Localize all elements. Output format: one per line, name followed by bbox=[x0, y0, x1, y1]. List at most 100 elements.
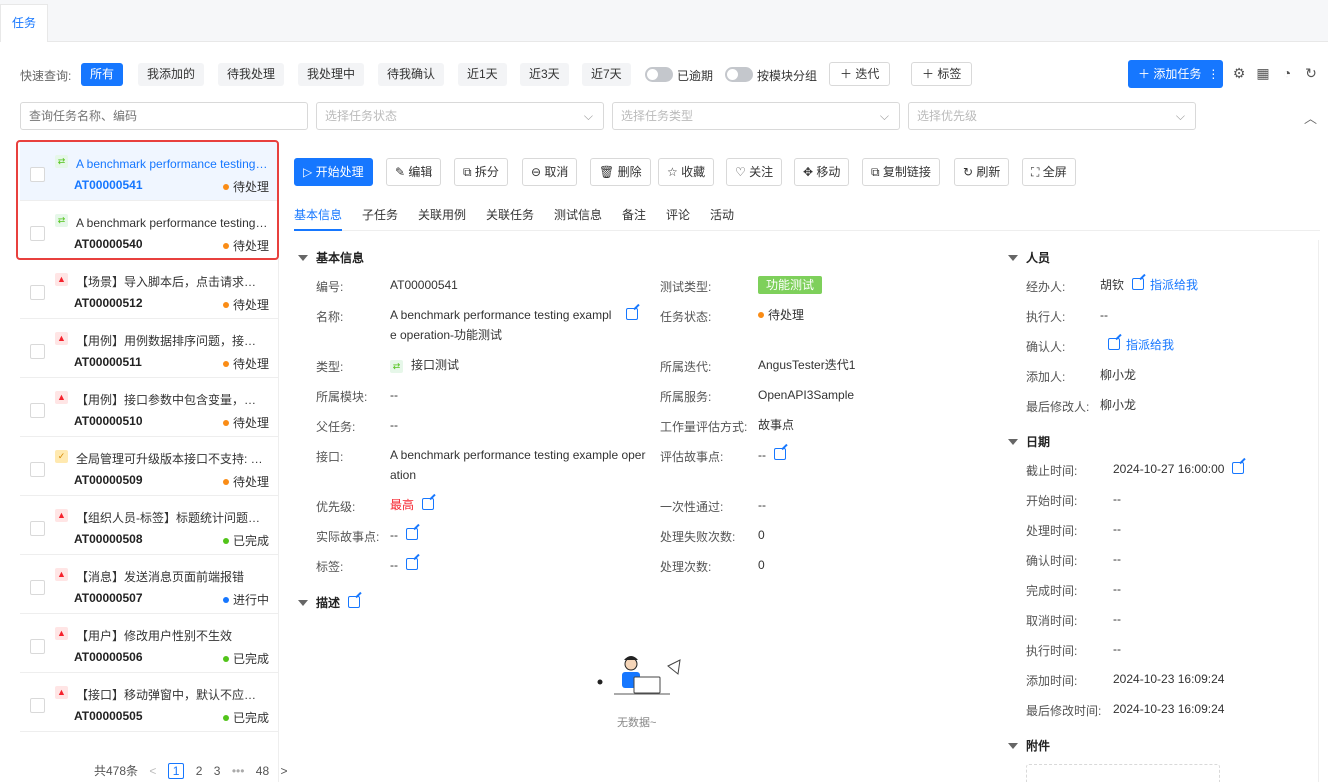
prev-page-button[interactable]: < bbox=[149, 764, 156, 778]
confirm-time-label: 确认时间: bbox=[1026, 554, 1078, 568]
description-section-title[interactable]: 描述 bbox=[298, 594, 361, 611]
move-button[interactable]: ✥ 移动 bbox=[794, 158, 850, 186]
page-more[interactable]: ••• bbox=[232, 764, 245, 778]
edit-name-icon[interactable] bbox=[618, 308, 638, 322]
settings-sliders-icon[interactable]: ⚙ bbox=[1230, 64, 1248, 82]
cancel-time-value: -- bbox=[1113, 612, 1121, 626]
task-checkbox[interactable] bbox=[30, 580, 45, 595]
split-button[interactable]: ⧉ 拆分 bbox=[454, 158, 508, 186]
quick-added-by-me-button[interactable]: 我添加的 bbox=[138, 63, 205, 86]
quick-7day-button[interactable]: 近7天 bbox=[582, 63, 631, 86]
tab-related-tasks[interactable]: 关联任务 bbox=[486, 206, 534, 223]
dates-section-title[interactable]: 日期 bbox=[1008, 433, 1050, 450]
next-page-button[interactable]: > bbox=[280, 764, 287, 778]
code-label: 编号: bbox=[316, 280, 344, 294]
tag-filter-button[interactable]: ＋ 标签 bbox=[911, 62, 973, 86]
quick-1day-button[interactable]: 近1天 bbox=[458, 63, 507, 86]
quick-all-button[interactable]: 所有 bbox=[81, 63, 124, 86]
edit-story-points-icon[interactable] bbox=[774, 448, 786, 460]
task-status: 待处理 bbox=[222, 296, 269, 313]
add-task-button[interactable]: ＋ 添加任务 ⋮ bbox=[1128, 60, 1223, 88]
fullscreen-icon: ⛶ bbox=[1031, 165, 1043, 179]
upload-area[interactable] bbox=[1026, 764, 1220, 782]
basic-info-section-title[interactable]: 基本信息 bbox=[298, 249, 364, 266]
task-checkbox[interactable] bbox=[30, 698, 45, 713]
group-module-label: 按模块分组 bbox=[757, 69, 818, 83]
edit-confirmer-icon[interactable] bbox=[1108, 338, 1120, 350]
task-checkbox[interactable] bbox=[30, 639, 45, 654]
edit-deadline-icon[interactable] bbox=[1232, 462, 1245, 474]
follow-button[interactable]: ♡ 关注 bbox=[726, 158, 783, 186]
attachments-section-title[interactable]: 附件 bbox=[1008, 737, 1050, 754]
move-icon: ✥ bbox=[803, 165, 817, 179]
estimate-method-value: 故事点 bbox=[758, 418, 795, 432]
task-list-item[interactable]: ▲ 【接口】移动弹窗中，默认不应展示根目录 AT00000505 已完成 bbox=[20, 673, 279, 732]
task-list-item[interactable]: ▲ 【用例】接口参数中包含变量，调试失败问题 AT00000510 待处理 bbox=[20, 378, 279, 437]
chevron-down-icon: ⌵ bbox=[879, 109, 889, 123]
task-checkbox[interactable] bbox=[30, 462, 45, 477]
task-list-item[interactable]: ▲ 【消息】发送消息页面前端报错 AT00000507 进行中 bbox=[20, 555, 279, 614]
favorite-button[interactable]: ☆ 收藏 bbox=[658, 158, 715, 186]
task-checkbox[interactable] bbox=[30, 403, 45, 418]
edit-button[interactable]: ✎ 编辑 bbox=[386, 158, 442, 186]
confirm-assign-to-me-link[interactable]: 指派给我 bbox=[1126, 338, 1174, 352]
task-checkbox[interactable] bbox=[30, 521, 45, 536]
task-list-item[interactable]: ▲ 【用户】修改用户性别不生效 AT00000506 已完成 bbox=[20, 614, 279, 673]
quick-3day-button[interactable]: 近3天 bbox=[520, 63, 569, 86]
priority-select[interactable]: 选择优先级 ⌵ bbox=[908, 102, 1196, 130]
task-list-item[interactable]: ✓ 全局管理可升级版本接口不支持: 查询问题 AT00000509 待处理 bbox=[20, 437, 279, 496]
actual-story-value: -- bbox=[390, 525, 418, 545]
edit-assignee-icon[interactable] bbox=[1132, 278, 1145, 290]
page-3[interactable]: 3 bbox=[214, 764, 221, 778]
edit-priority-icon[interactable] bbox=[422, 498, 435, 510]
copy-link-button[interactable]: ⧉ 复制链接 bbox=[862, 158, 940, 186]
copy-icon: ⧉ bbox=[871, 165, 883, 179]
status-select[interactable]: 选择任务状态 ⌵ bbox=[316, 102, 604, 130]
task-list-item[interactable]: ▲ 【场景】导入脚本后，点击请求体无法展示 AT00000512 待处理 bbox=[20, 260, 279, 319]
assign-to-me-link[interactable]: 指派给我 bbox=[1150, 278, 1198, 292]
search-input[interactable] bbox=[20, 102, 308, 130]
edit-tag-icon[interactable] bbox=[406, 558, 418, 570]
page-1[interactable]: 1 bbox=[167, 763, 185, 779]
chart-icon[interactable]: ◔ bbox=[1278, 64, 1296, 82]
tab-activity[interactable]: 活动 bbox=[710, 206, 734, 223]
task-status: 待处理 bbox=[222, 355, 269, 372]
tab-test-info[interactable]: 测试信息 bbox=[554, 206, 602, 223]
edit-description-icon[interactable] bbox=[348, 596, 361, 608]
overdue-toggle[interactable] bbox=[645, 67, 673, 82]
people-section-title[interactable]: 人员 bbox=[1008, 249, 1050, 266]
refresh-button[interactable]: ↻ 刷新 bbox=[954, 158, 1010, 186]
delete-button[interactable]: 🗑 删除 bbox=[590, 158, 651, 186]
grid-view-icon[interactable]: ▦ bbox=[1254, 64, 1272, 82]
tab-subtasks[interactable]: 子任务 bbox=[362, 206, 398, 223]
sprint-filter-button[interactable]: ＋ 迭代 bbox=[829, 62, 891, 86]
tab-basic-info[interactable]: 基本信息 bbox=[294, 206, 342, 223]
collapse-filter-icon[interactable]: ︿ bbox=[1304, 108, 1317, 127]
task-checkbox[interactable] bbox=[30, 344, 45, 359]
tab-task[interactable]: 任务 bbox=[0, 4, 48, 42]
task-list-item[interactable]: ▲ 【用例】用例数据排序问题，接口返回异常 AT00000511 待处理 bbox=[20, 319, 279, 378]
bug-type-icon: ▲ bbox=[55, 568, 68, 581]
group-module-toggle[interactable] bbox=[725, 67, 753, 82]
fail-count-label: 处理失败次数: bbox=[660, 530, 736, 544]
page-48[interactable]: 48 bbox=[256, 764, 269, 778]
pagination: 共478条 < 1 2 3 ••• 48 > bbox=[94, 762, 296, 779]
type-select[interactable]: 选择任务类型 ⌵ bbox=[612, 102, 900, 130]
refresh-icon[interactable]: ↻ bbox=[1302, 64, 1320, 82]
page-2[interactable]: 2 bbox=[196, 764, 203, 778]
star-icon: ☆ bbox=[667, 165, 682, 179]
quick-pending-me-button[interactable]: 待我处理 bbox=[218, 63, 285, 86]
task-checkbox[interactable] bbox=[30, 285, 45, 300]
bug-type-icon: ▲ bbox=[55, 627, 68, 640]
tab-related-cases[interactable]: 关联用例 bbox=[418, 206, 466, 223]
tab-comments[interactable]: 评论 bbox=[666, 206, 690, 223]
cancel-button[interactable]: ⊖ 取消 bbox=[522, 158, 578, 186]
start-process-button[interactable]: ▷ 开始处理 bbox=[294, 158, 373, 186]
quick-confirm-button[interactable]: 待我确认 bbox=[378, 63, 445, 86]
tab-remarks[interactable]: 备注 bbox=[622, 206, 646, 223]
fullscreen-button[interactable]: ⛶ 全屏 bbox=[1022, 158, 1076, 186]
quick-processing-button[interactable]: 我处理中 bbox=[298, 63, 365, 86]
task-list-item[interactable]: ▲ 【组织人员-标签】标题统计问题修复优化 AT00000508 已完成 bbox=[20, 496, 279, 555]
module-value: -- bbox=[390, 388, 398, 402]
edit-actual-story-icon[interactable] bbox=[406, 528, 418, 540]
